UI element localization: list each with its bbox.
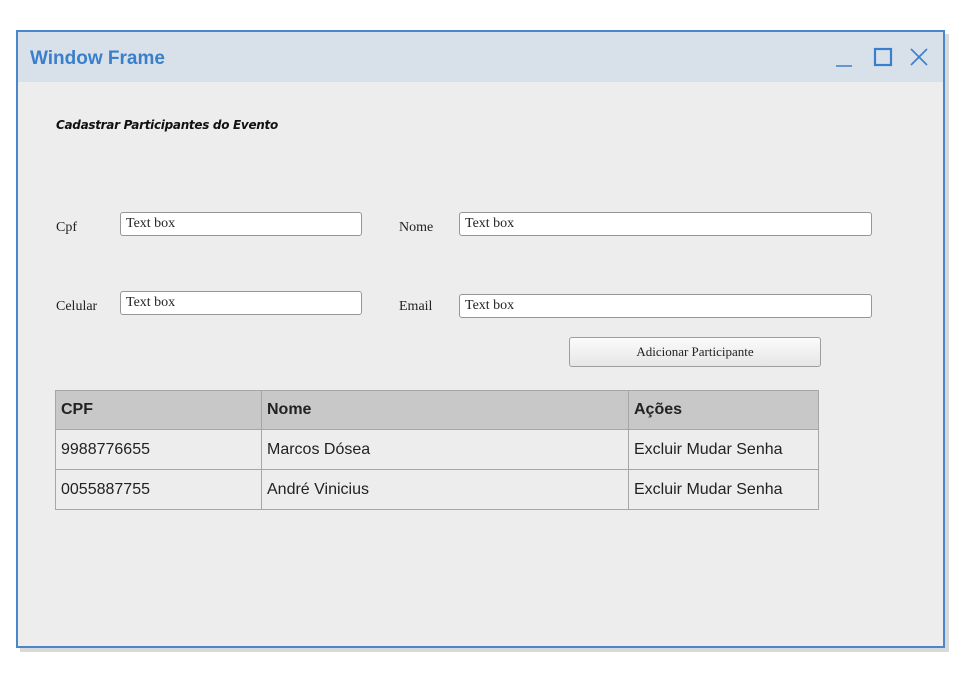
cpf-input[interactable]: Text box [120,212,362,236]
cell-cpf: 9988776655 [55,429,262,470]
nome-label: Nome [399,220,434,235]
email-label: Email [399,299,433,314]
add-participant-button[interactable]: Adicionar Participante [569,337,821,367]
column-header-nome[interactable]: Nome [261,390,629,430]
table-header-row: CPF Nome Ações [55,390,819,430]
title-bar[interactable]: Window Frame [18,32,943,82]
minimize-icon[interactable] [833,45,857,69]
table-row[interactable]: 0055887755 André Vinicius Excluir Mudar … [55,469,819,510]
column-header-cpf[interactable]: CPF [55,390,262,430]
column-header-acoes[interactable]: Ações [628,390,819,430]
close-icon[interactable] [907,45,931,69]
cell-nome: Marcos Dósea [261,429,629,470]
cell-acoes[interactable]: Excluir Mudar Senha [628,469,819,510]
cell-cpf: 0055887755 [55,469,262,510]
email-input[interactable]: Text box [459,294,872,318]
nome-input[interactable]: Text box [459,212,872,236]
maximize-icon[interactable] [871,45,895,69]
participants-table: CPF Nome Ações 9988776655 Marcos Dósea E… [55,390,819,510]
celular-label: Celular [56,299,98,314]
table-row[interactable]: 9988776655 Marcos Dósea Excluir Mudar Se… [55,429,819,470]
celular-input[interactable]: Text box [120,291,362,315]
window-title: Window Frame [30,48,165,69]
cell-nome: André Vinicius [261,469,629,510]
form-heading: Cadastrar Participantes do Evento [56,118,278,132]
app-window: Window Frame Cadastrar Participantes do … [16,30,945,648]
cell-acoes[interactable]: Excluir Mudar Senha [628,429,819,470]
cpf-label: Cpf [56,220,77,235]
